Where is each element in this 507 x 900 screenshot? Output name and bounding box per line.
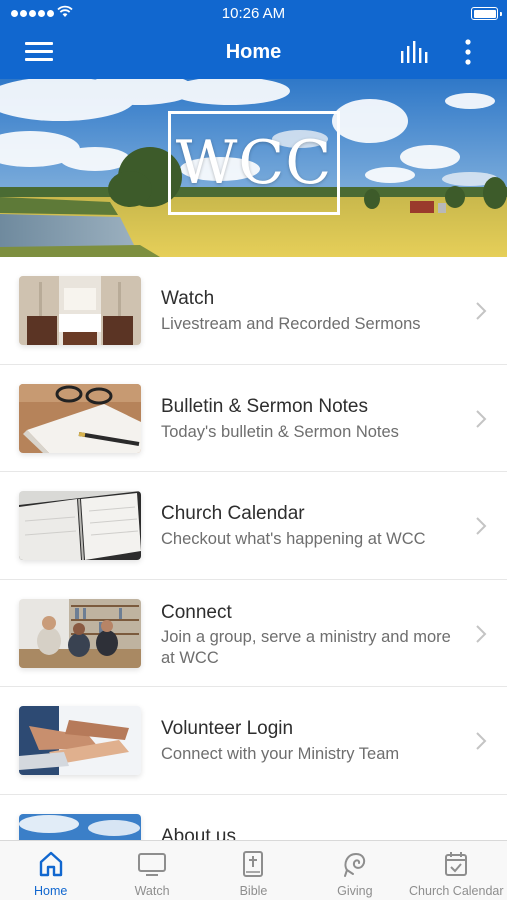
stacked-hands-thumbnail xyxy=(19,706,141,775)
tab-giving[interactable]: Giving xyxy=(304,841,405,900)
bottom-tab-bar: Home Watch Bible Giving Church Calendar xyxy=(0,840,507,900)
list-item-subtitle: Today's bulletin & Sermon Notes xyxy=(161,422,399,441)
tab-label: Giving xyxy=(337,884,373,898)
tv-icon xyxy=(138,853,167,876)
hero-banner: WCC xyxy=(0,79,507,257)
tab-bible[interactable]: Bible xyxy=(203,841,304,900)
sky-thumbnail xyxy=(19,813,141,840)
list-item-watch[interactable]: Watch Livestream and Recorded Sermons xyxy=(0,257,507,365)
list-item-subtitle: Livestream and Recorded Sermons xyxy=(161,315,421,333)
wcc-logo: WCC xyxy=(168,111,340,215)
open-planner-thumbnail xyxy=(19,491,141,560)
battery-icon xyxy=(471,7,502,20)
chevron-right-icon xyxy=(476,517,487,535)
list-item-title: Bulletin & Sermon Notes xyxy=(161,395,368,417)
church-interior-thumbnail xyxy=(19,276,141,345)
tab-label: Church Calendar xyxy=(409,884,504,898)
tab-label: Watch xyxy=(134,884,170,898)
tab-church-calendar[interactable]: Church Calendar xyxy=(406,841,507,900)
tab-label: Home xyxy=(34,884,68,898)
list-item-subtitle: Connect with your Ministry Team xyxy=(161,745,400,763)
vertical-ellipsis-icon[interactable] xyxy=(458,38,478,66)
giving-icon xyxy=(343,852,366,877)
home-icon xyxy=(39,851,62,877)
tab-home[interactable]: Home xyxy=(0,841,101,900)
notebook-with-pen-thumbnail xyxy=(19,383,141,453)
tab-label: Bible xyxy=(239,884,268,898)
list-item-title: Church Calendar xyxy=(161,503,305,524)
list-item-title: Connect xyxy=(161,601,232,623)
list-item-title: About us xyxy=(161,825,236,841)
list-item-connect[interactable]: Connect Join a group, serve a ministry a… xyxy=(0,580,507,687)
bible-icon xyxy=(243,851,264,877)
home-menu-list: Watch Livestream and Recorded Sermons Bu… xyxy=(0,257,507,840)
status-bar: 10:26 AM xyxy=(0,0,507,28)
tab-watch[interactable]: Watch xyxy=(101,841,202,900)
chevron-right-icon xyxy=(476,302,487,320)
list-item-church-calendar[interactable]: Church Calendar Checkout what's happenin… xyxy=(0,472,507,580)
list-item-about-us[interactable]: About us xyxy=(0,795,507,841)
chevron-right-icon xyxy=(476,624,487,643)
list-item-subtitle: Join a group, serve a ministry and more … xyxy=(161,627,451,667)
list-item-bulletin[interactable]: Bulletin & Sermon Notes Today's bulletin… xyxy=(0,365,507,472)
wcc-logo-text: WCC xyxy=(175,128,333,198)
list-item-title: Watch xyxy=(161,288,215,309)
group-at-bookshelf-thumbnail xyxy=(19,598,141,668)
list-item-volunteer-login[interactable]: Volunteer Login Connect with your Minist… xyxy=(0,687,507,795)
list-item-subtitle: Checkout what's happening at WCC xyxy=(161,530,426,548)
status-time: 10:26 AM xyxy=(221,5,286,22)
list-item-title: Volunteer Login xyxy=(161,718,294,739)
chevron-right-icon xyxy=(476,409,487,428)
calendar-check-icon xyxy=(445,852,468,876)
app-header: 10:26 AM Home xyxy=(0,0,507,79)
chevron-right-icon xyxy=(476,732,487,750)
bar-chart-icon[interactable] xyxy=(399,38,431,66)
